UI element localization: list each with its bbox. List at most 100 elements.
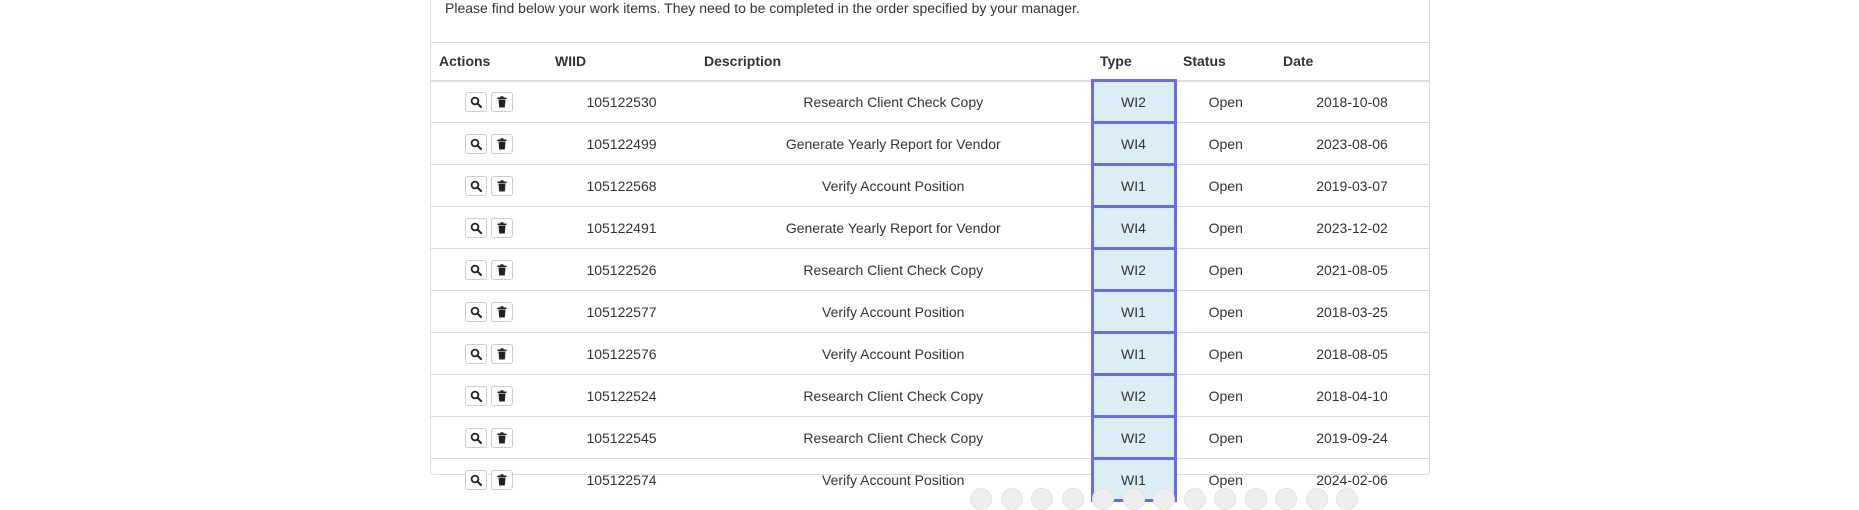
wiid-cell: 105122568: [547, 164, 696, 207]
table-row: 105122499 Generate Yearly Report for Vend…: [431, 121, 1429, 166]
delete-button[interactable]: [491, 175, 513, 196]
page-dot[interactable]: [1153, 488, 1175, 510]
date-cell: 2019-09-24: [1275, 416, 1429, 459]
description-cell: Verify Account Position: [696, 332, 1092, 375]
status-cell: Open: [1175, 248, 1275, 291]
header-date: Date: [1275, 43, 1429, 82]
page-dot[interactable]: [1275, 488, 1297, 510]
view-button[interactable]: [465, 217, 487, 238]
wiid-cell: 105122491: [547, 206, 696, 249]
page-dot[interactable]: [1031, 488, 1053, 510]
view-button[interactable]: [465, 175, 487, 196]
delete-button[interactable]: [491, 259, 513, 280]
page-dot[interactable]: [970, 488, 992, 510]
date-cell: 2019-03-07: [1275, 164, 1429, 207]
delete-button[interactable]: [491, 343, 513, 364]
status-cell: Open: [1175, 416, 1275, 459]
view-button[interactable]: [465, 427, 487, 448]
table-row: 105122526 Research Client Check Copy WI2 Op…: [431, 247, 1429, 292]
description-cell: Research Client Check Copy: [696, 248, 1092, 291]
description-cell: Generate Yearly Report for Vendor: [696, 206, 1092, 249]
description-cell: Research Client Check Copy: [803, 93, 984, 110]
page-dot[interactable]: [1122, 488, 1145, 510]
date-cell: 2023-08-06: [1275, 122, 1429, 165]
type-cell: WI4: [1090, 121, 1177, 166]
table-row: 105122568 Verify Account Position WI1 Open 2…: [431, 163, 1429, 208]
view-button[interactable]: [465, 469, 487, 490]
view-button[interactable]: [465, 385, 487, 406]
wiid-cell: 105122524: [547, 374, 696, 417]
type-cell: WI2: [1090, 247, 1177, 292]
page-dot[interactable]: [1244, 488, 1267, 510]
view-button[interactable]: [465, 91, 487, 112]
header-description: Description: [696, 43, 1092, 82]
page-dot[interactable]: [1000, 488, 1023, 510]
page-dot[interactable]: [1061, 488, 1084, 510]
wiid-cell: 105122526: [547, 248, 696, 291]
header-status: Status: [1175, 43, 1275, 82]
date-cell: 2023-12-02: [1275, 206, 1429, 249]
description-cell: Verify Account Position: [696, 290, 1092, 333]
page-dot[interactable]: [1092, 488, 1114, 510]
work-items-panel: Please find below your work items. They …: [430, 0, 1430, 502]
type-cell: WI2: [1090, 79, 1177, 124]
wiid-cell: 105122545: [547, 416, 696, 459]
view-button[interactable]: [465, 133, 487, 154]
actions-cell: [431, 248, 547, 291]
actions-cell: [431, 164, 547, 207]
header-type: Type: [1092, 43, 1175, 82]
delete-button[interactable]: [491, 301, 513, 322]
status-cell: Open: [1175, 332, 1275, 375]
date-cell: 2018-10-08: [1316, 93, 1388, 110]
wiid-cell: 105122577: [547, 290, 696, 333]
view-button[interactable]: [465, 343, 487, 364]
delete-button[interactable]: [491, 427, 513, 448]
status-cell: Open: [1175, 122, 1275, 165]
header-actions: Actions: [431, 43, 547, 82]
description-cell: Generate Yearly Report for Vendor: [696, 122, 1092, 165]
description-cell: Research Client Check Copy: [696, 374, 1092, 417]
wiid-cell: 105122576: [547, 332, 696, 375]
delete-button[interactable]: [491, 91, 513, 112]
table-row: 105122576 Verify Account Position WI1 Open 2…: [431, 331, 1429, 376]
page-dot[interactable]: [1183, 488, 1206, 510]
wiid-cell: 105122530: [586, 93, 657, 110]
date-cell: 2018-08-05: [1275, 332, 1429, 375]
table-row: 105122545 Research Client Check Copy WI2 Op…: [431, 415, 1429, 460]
actions-cell: [431, 122, 547, 165]
actions-cell: [431, 458, 547, 501]
type-cell: WI4: [1090, 205, 1177, 250]
page-dot[interactable]: [1214, 488, 1236, 510]
delete-button[interactable]: [491, 217, 513, 238]
type-cell: WI2: [1090, 415, 1177, 460]
page-dot[interactable]: [1336, 488, 1358, 510]
actions-cell: [431, 416, 547, 459]
wiid-cell: 105122574: [547, 458, 696, 501]
actions-cell: [431, 332, 547, 375]
actions-cell: [431, 290, 547, 333]
type-cell: WI1: [1090, 331, 1177, 376]
table-row: 105122530 Research Client Check Copy WI2 Op…: [431, 79, 1429, 124]
date-cell: 2021-08-05: [1275, 248, 1429, 291]
table-row: 105122491 Generate Yearly Report for Vend…: [431, 205, 1429, 250]
type-cell: WI2: [1090, 373, 1177, 418]
status-cell: Open: [1175, 290, 1275, 333]
description-cell: Verify Account Position: [696, 164, 1092, 207]
view-button[interactable]: [465, 301, 487, 322]
type-cell: WI1: [1090, 289, 1177, 334]
description-cell: Research Client Check Copy: [696, 416, 1092, 459]
delete-button[interactable]: [491, 385, 513, 406]
status-cell: Open: [1208, 93, 1243, 110]
work-items-table: Actions WIID Description Type Status Dat…: [431, 43, 1429, 502]
view-button[interactable]: [465, 259, 487, 280]
status-cell: Open: [1175, 164, 1275, 207]
delete-button[interactable]: [491, 133, 513, 154]
actions-cell: [431, 81, 547, 123]
actions-cell: [431, 206, 547, 249]
date-cell: 2018-04-10: [1275, 374, 1429, 417]
page-dot[interactable]: [1305, 488, 1328, 510]
delete-button[interactable]: [491, 469, 513, 490]
table-row: 105122577 Verify Account Position WI1 Open 2…: [431, 289, 1429, 334]
type-cell: WI1: [1090, 163, 1177, 208]
status-cell: Open: [1175, 206, 1275, 249]
